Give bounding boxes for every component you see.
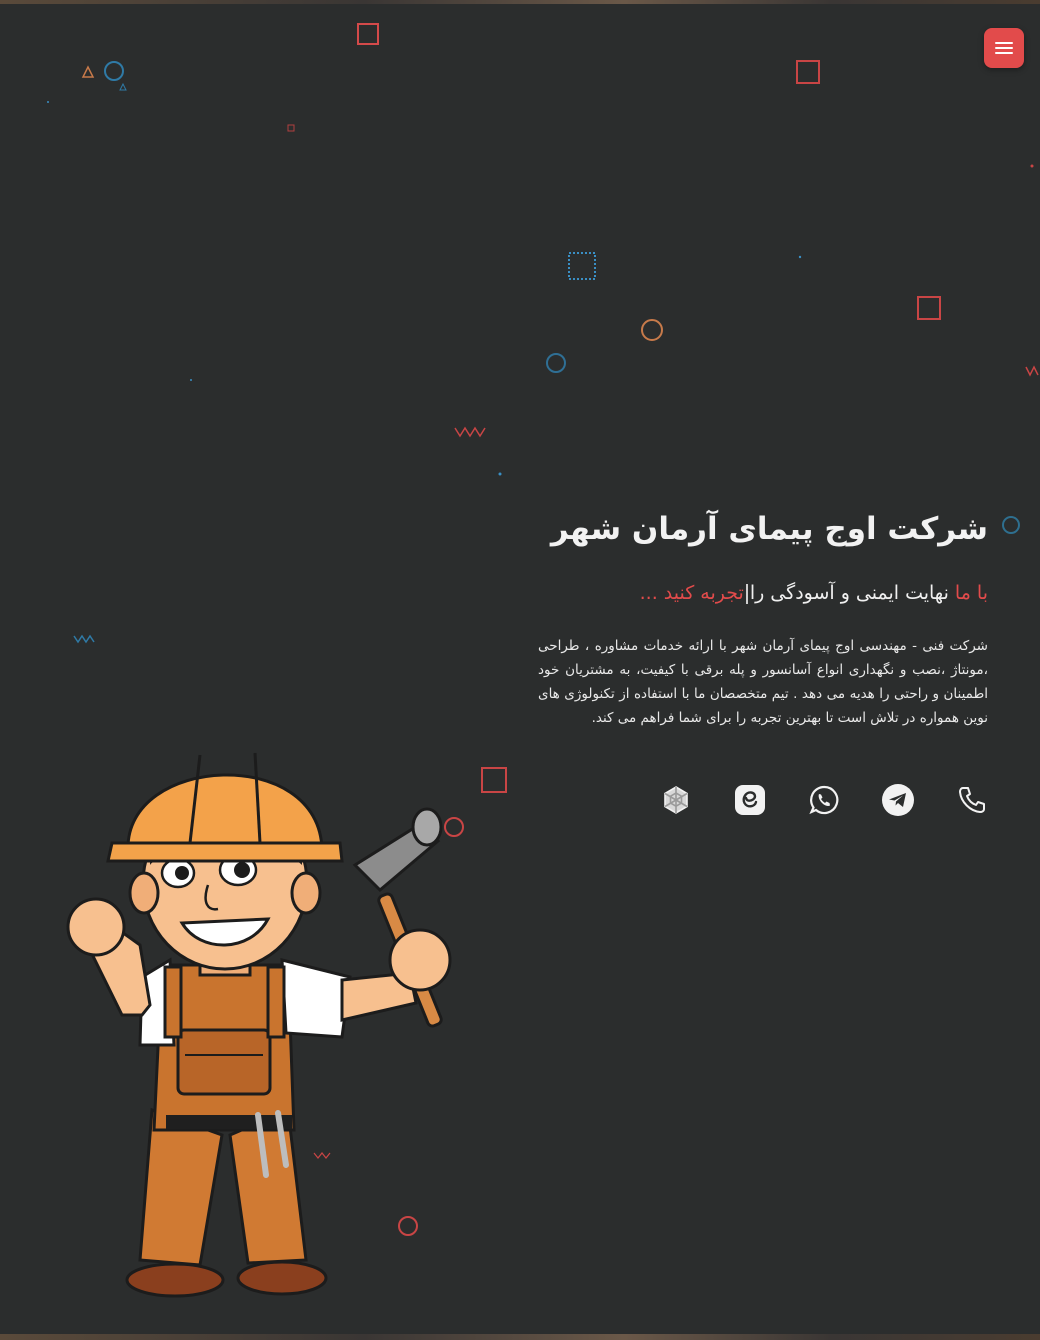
rubika-icon bbox=[664, 786, 688, 814]
subtitle-prefix: با ما bbox=[954, 582, 988, 604]
menu-button[interactable] bbox=[984, 28, 1024, 68]
particle-triangle bbox=[119, 82, 127, 91]
particle-square bbox=[796, 60, 820, 84]
particle-square bbox=[917, 296, 941, 320]
hero-title: شرکت اوج پیمای آرمان شهر bbox=[550, 511, 988, 547]
particle-square bbox=[357, 23, 379, 45]
eitaa-icon bbox=[735, 785, 765, 815]
hero-title-row: شرکت اوج پیمای آرمان شهر bbox=[538, 500, 1020, 558]
whatsapp-icon bbox=[809, 785, 839, 815]
telegram-link[interactable] bbox=[880, 782, 916, 818]
social-links bbox=[658, 782, 990, 818]
typing-cursor bbox=[745, 583, 748, 604]
rubika-link[interactable] bbox=[658, 782, 694, 818]
landing-page: شرکت اوج پیمای آرمان شهر با ما نهایت ایم… bbox=[0, 0, 1040, 1340]
hero-description: شرکت فنی - مهندسی اوج پیمای آرمان شهر با… bbox=[538, 638, 988, 726]
eitaa-link[interactable] bbox=[732, 782, 768, 818]
subtitle-typed: تجربه کنید ... bbox=[639, 582, 744, 604]
phone-icon bbox=[959, 787, 985, 813]
particle-square bbox=[481, 767, 507, 793]
particle-circle bbox=[546, 353, 566, 373]
particle-zigzag bbox=[454, 426, 486, 438]
particle-zigzag bbox=[73, 634, 95, 644]
hero-subtitle: با ما نهایت ایمنی و آسودگی راتجربه کنید … bbox=[538, 578, 988, 608]
hamburger-icon bbox=[995, 42, 1013, 54]
subtitle-middle: نهایت ایمنی و آسودگی را bbox=[749, 582, 949, 604]
phone-link[interactable] bbox=[954, 782, 990, 818]
particle-square bbox=[287, 124, 295, 132]
particle-circle bbox=[641, 319, 663, 341]
particle-triangle bbox=[81, 65, 95, 78]
bottom-edge-strip bbox=[0, 1334, 1040, 1340]
particle-circle bbox=[104, 61, 124, 81]
particle-square bbox=[568, 252, 596, 280]
hero-section: شرکت اوج پیمای آرمان شهر با ما نهایت ایم… bbox=[538, 500, 1020, 730]
worker-mascot-icon bbox=[66, 752, 452, 1298]
whatsapp-link[interactable] bbox=[806, 782, 842, 818]
title-bullet-icon bbox=[1002, 516, 1020, 534]
particle-zigzag bbox=[1025, 365, 1039, 377]
telegram-icon bbox=[882, 784, 914, 816]
